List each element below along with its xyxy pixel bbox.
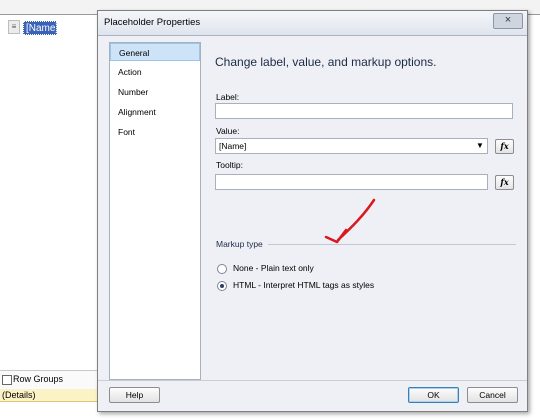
row-groups-panel: Row Groups (0, 370, 98, 390)
tooltip-field-label: Tooltip: (216, 160, 243, 170)
footer-separator (98, 380, 527, 381)
placeholder-properties-dialog: Placeholder Properties × General Action … (97, 10, 528, 412)
row-handle-icon[interactable]: ≡ (8, 20, 20, 34)
tooltip-expression-button[interactable]: fx (495, 175, 514, 190)
cancel-button[interactable]: Cancel (467, 387, 518, 403)
tooltip-input[interactable] (215, 174, 488, 190)
checkbox-icon[interactable] (2, 375, 12, 385)
properties-nav: General Action Number Alignment Font (109, 42, 201, 380)
nav-item-action[interactable]: Action (110, 63, 200, 81)
nav-item-alignment[interactable]: Alignment (110, 103, 200, 121)
details-group[interactable]: (Details) (0, 389, 98, 402)
chevron-down-icon[interactable]: ▼ (474, 140, 486, 152)
dialog-titlebar[interactable]: Placeholder Properties × (98, 11, 527, 36)
dialog-title: Placeholder Properties (104, 17, 201, 28)
value-combobox[interactable]: [Name] ▼ (215, 138, 488, 154)
nav-item-number[interactable]: Number (110, 83, 200, 101)
value-field-label: Value: (216, 126, 240, 136)
radio-html-label: HTML - Interpret HTML tags as styles (233, 280, 375, 290)
help-button[interactable]: Help (109, 387, 160, 403)
radio-none-label: None - Plain text only (233, 263, 314, 273)
page-heading: Change label, value, and markup options. (215, 55, 437, 69)
ok-button[interactable]: OK (408, 387, 459, 403)
radio-html[interactable] (217, 281, 227, 291)
label-field-label: Label: (216, 92, 240, 102)
details-label: (Details) (2, 390, 36, 400)
row-groups-label: Row Groups (13, 374, 64, 384)
selected-textbox-cell[interactable]: [Name] (23, 21, 58, 35)
markup-type-title: Markup type (216, 239, 263, 249)
value-combobox-text: [Name] (219, 141, 247, 151)
markup-type-divider (268, 244, 516, 245)
radio-none[interactable] (217, 264, 227, 274)
label-input[interactable] (215, 103, 513, 119)
general-page: Change label, value, and markup options.… (206, 42, 516, 380)
nav-item-font[interactable]: Font (110, 123, 200, 141)
close-button[interactable]: × (493, 13, 523, 29)
nav-item-general[interactable]: General (110, 43, 200, 61)
value-expression-button[interactable]: fx (495, 139, 514, 154)
